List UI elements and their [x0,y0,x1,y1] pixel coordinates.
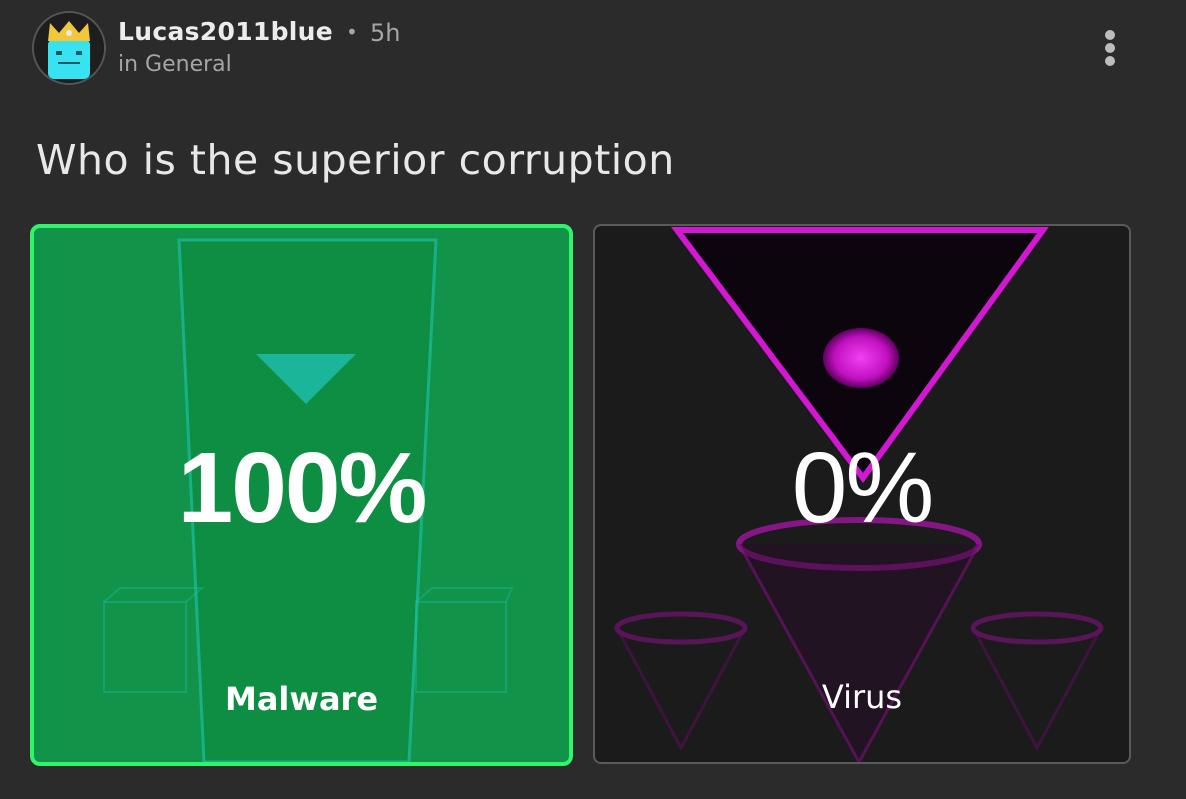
poll-percent: 0% [791,432,935,544]
more-vertical-icon [1105,30,1115,40]
poll-option-label: Virus [821,678,903,716]
poll-option-malware[interactable]: 100% Malware [30,224,573,766]
avatar[interactable] [34,13,104,83]
post-timestamp: 5h [370,19,401,47]
poll-option-virus[interactable]: 0% Virus [593,224,1131,764]
more-vertical-icon-dot [1105,43,1115,53]
more-vertical-icon-dot [1105,56,1115,66]
post-card: Lucas2011blue • 5h in General Who is the… [0,0,1186,799]
poll-option-label: Malware [224,680,379,718]
community-link[interactable]: in General [118,52,232,77]
avatar-image [34,13,104,83]
author-name[interactable]: Lucas2011blue [118,17,333,46]
meta-separator: • [346,20,358,44]
more-options-button[interactable] [1094,26,1126,70]
poll-percent: 100% [177,432,428,544]
post-title: Who is the superior corruption [36,136,675,184]
